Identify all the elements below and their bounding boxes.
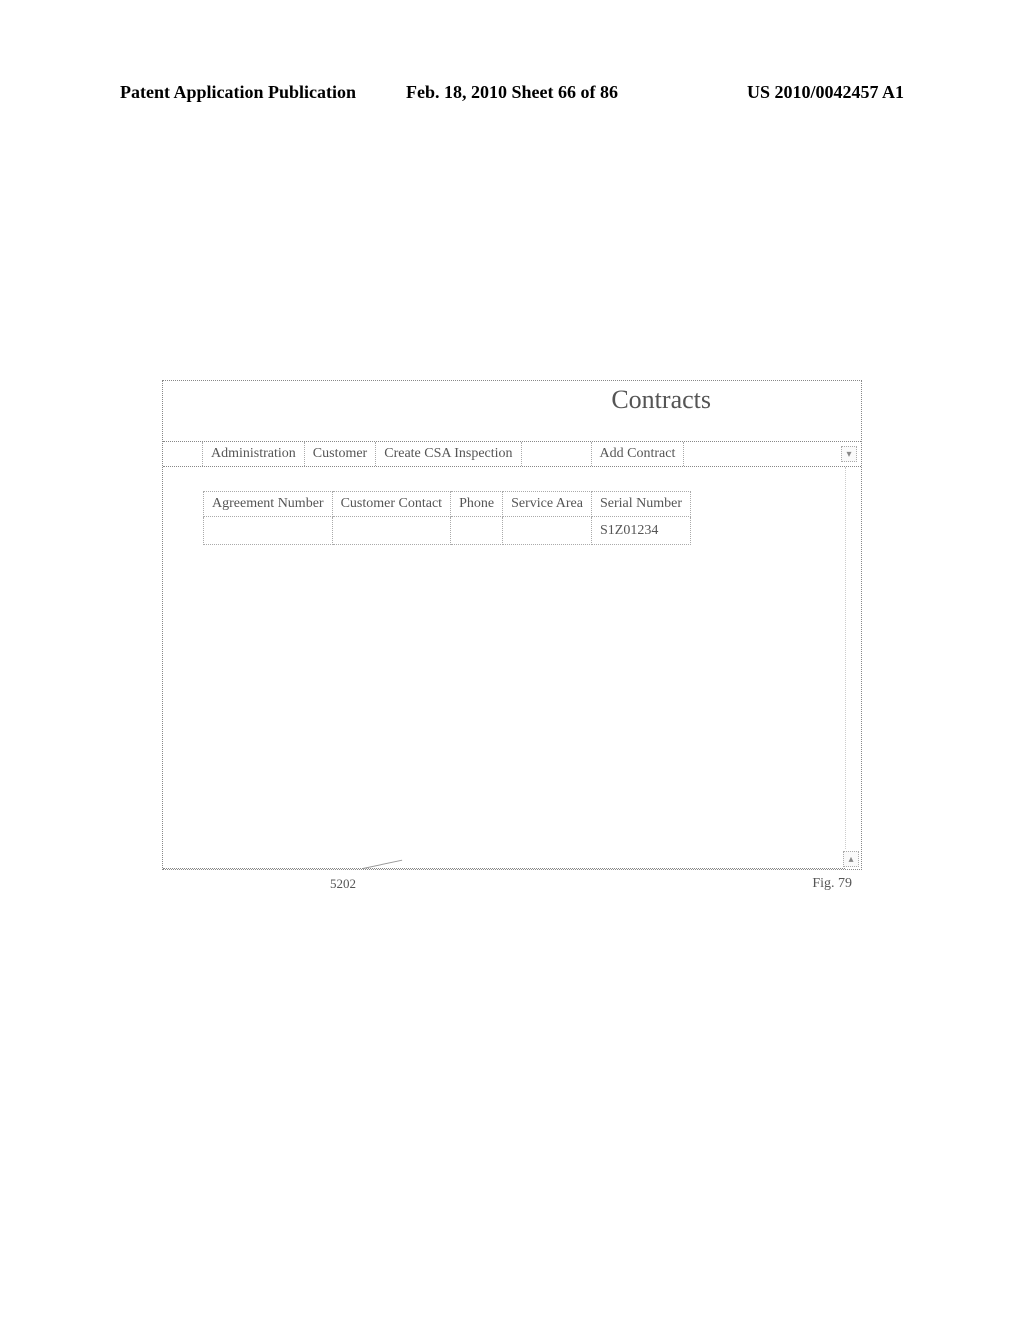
col-agreement-number: Agreement Number	[204, 492, 333, 517]
cell-agreement-number	[204, 517, 333, 545]
add-contract-button[interactable]: Add Contract	[591, 442, 685, 466]
header-patent-number: US 2010/0042457 A1	[747, 82, 904, 103]
header-publication: Patent Application Publication	[120, 82, 356, 103]
page-header: Patent Application Publication Feb. 18, …	[120, 82, 904, 103]
toolbar: Administration Customer Create CSA Inspe…	[163, 441, 861, 467]
scrollbar-track[interactable]	[845, 467, 861, 849]
cell-customer-contact	[332, 517, 451, 545]
contracts-table: Agreement Number Customer Contact Phone …	[203, 491, 691, 545]
app-window: Contracts Administration Customer Create…	[162, 380, 862, 870]
reference-number: 5202	[330, 876, 356, 892]
col-serial-number: Serial Number	[592, 492, 691, 517]
scroll-up-icon[interactable]: ▾	[841, 446, 857, 462]
cell-service-area	[503, 517, 592, 545]
table-row[interactable]: S1Z01234	[204, 517, 691, 545]
content-area: Agreement Number Customer Contact Phone …	[163, 467, 845, 869]
create-csa-inspection-button[interactable]: Create CSA Inspection	[375, 442, 521, 466]
cell-phone	[451, 517, 503, 545]
col-customer-contact: Customer Contact	[332, 492, 451, 517]
col-phone: Phone	[451, 492, 503, 517]
figure-label: Fig. 79	[812, 876, 852, 892]
table-header-row: Agreement Number Customer Contact Phone …	[204, 492, 691, 517]
header-date-sheet: Feb. 18, 2010 Sheet 66 of 86	[406, 82, 618, 103]
administration-button[interactable]: Administration	[202, 442, 305, 466]
customer-button[interactable]: Customer	[304, 442, 376, 466]
cell-serial-number: S1Z01234	[592, 517, 691, 545]
scroll-down-icon[interactable]: ▴	[843, 851, 859, 867]
page-title: Contracts	[611, 385, 711, 415]
col-service-area: Service Area	[503, 492, 592, 517]
